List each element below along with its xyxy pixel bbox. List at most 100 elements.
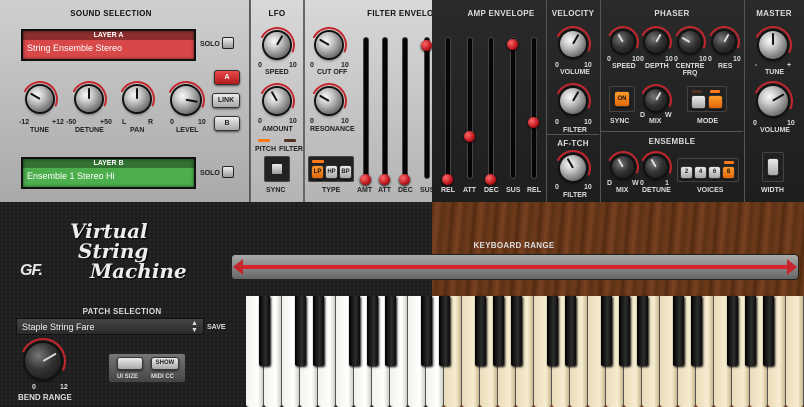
level-min: 0: [170, 119, 174, 126]
layer-b-header: LAYER B: [23, 159, 194, 168]
white-key[interactable]: [786, 296, 804, 407]
layer-b-solo-button[interactable]: [222, 166, 234, 178]
phaser-sync-button[interactable]: ON: [614, 91, 630, 107]
cutoff-knob[interactable]: [316, 32, 342, 58]
black-key[interactable]: [492, 296, 504, 366]
amp-sus-slider[interactable]: [507, 39, 518, 50]
keyboard-range-high-handle[interactable]: [787, 259, 797, 275]
lfo-amount-max: 10: [289, 118, 297, 125]
layer-a-select-button[interactable]: A: [214, 70, 240, 85]
black-key[interactable]: [438, 296, 450, 366]
black-key[interactable]: [672, 296, 684, 366]
show-midi-cc-button[interactable]: SHOW: [151, 357, 179, 370]
phaser-speed-knob[interactable]: [612, 31, 634, 53]
keyboard[interactable]: [246, 296, 804, 407]
black-key[interactable]: [762, 296, 774, 366]
lfo-speed-knob[interactable]: [264, 32, 290, 58]
keyboard-range-bar[interactable]: [231, 254, 799, 280]
amp-att-slider[interactable]: [464, 131, 475, 142]
filter-att-slider[interactable]: [379, 174, 390, 185]
keyboard-range-low-handle[interactable]: [233, 259, 243, 275]
phaser-depth-knob[interactable]: [645, 31, 667, 53]
filter-amt-slider[interactable]: [360, 174, 371, 185]
velocity-volume-knob[interactable]: [560, 31, 586, 57]
black-key[interactable]: [600, 296, 612, 366]
ensemble-voices-6[interactable]: 6: [708, 166, 721, 179]
filter-type-lp[interactable]: LP: [311, 165, 324, 179]
ensemble-detune-max: 1: [665, 180, 669, 187]
black-key[interactable]: [510, 296, 522, 366]
lfo-pitch-label[interactable]: PITCH: [255, 146, 276, 153]
black-key[interactable]: [384, 296, 396, 366]
patch-select-arrows-icon[interactable]: ▲ ▼: [191, 320, 198, 334]
ensemble-voices-2[interactable]: 2: [680, 166, 693, 179]
velocity-volume-label: VOLUME: [560, 69, 590, 76]
bend-range-knob[interactable]: [25, 343, 61, 379]
resonance-knob[interactable]: [316, 88, 342, 114]
cutoff-max: 10: [341, 62, 349, 69]
phaser-centre-frq-knob[interactable]: [679, 31, 701, 53]
black-key[interactable]: [258, 296, 270, 366]
ensemble-voices-4[interactable]: 4: [694, 166, 707, 179]
tune-knob[interactable]: [27, 86, 53, 112]
black-key[interactable]: [348, 296, 360, 366]
layer-b-display[interactable]: LAYER B Ensemble 1 Stereo Hi: [21, 157, 196, 189]
af-tch-filter-label: FILTER: [563, 192, 587, 199]
ensemble-voices-8[interactable]: 8: [722, 166, 735, 179]
black-key[interactable]: [636, 296, 648, 366]
master-tune-knob[interactable]: [759, 31, 787, 59]
cutoff-label: CUT OFF: [317, 69, 348, 76]
layer-a-display[interactable]: LAYER A String Ensemble Stereo: [21, 29, 196, 61]
ensemble-mix-knob[interactable]: [612, 156, 634, 178]
pan-knob[interactable]: [124, 86, 150, 112]
layer-b-solo-label: SOLO: [200, 170, 220, 177]
link-button[interactable]: LINK: [212, 93, 240, 108]
black-key[interactable]: [690, 296, 702, 366]
black-key[interactable]: [618, 296, 630, 366]
phaser-res-knob[interactable]: [713, 31, 735, 53]
phaser-mix-min: D: [640, 112, 646, 119]
black-key[interactable]: [366, 296, 378, 366]
amp-rel-slider[interactable]: [528, 117, 539, 128]
black-key[interactable]: [744, 296, 756, 366]
resonance-label: RESONANCE: [310, 126, 355, 133]
detune-knob[interactable]: [76, 86, 102, 112]
black-key[interactable]: [312, 296, 324, 366]
amp-att-label: ATT: [463, 187, 477, 194]
master-width-switch[interactable]: [767, 158, 779, 176]
black-key[interactable]: [726, 296, 738, 366]
black-key[interactable]: [420, 296, 432, 366]
layer-b-select-button[interactable]: B: [214, 116, 240, 131]
black-key[interactable]: [564, 296, 576, 366]
phaser-mode-selector: [687, 86, 727, 112]
phaser-mix-knob[interactable]: [645, 89, 667, 111]
velocity-filter-knob[interactable]: [560, 88, 586, 114]
master-tune-max: +: [787, 62, 792, 69]
af-tch-filter-knob[interactable]: [560, 155, 586, 181]
filter-type-bp[interactable]: BP: [339, 165, 352, 179]
phaser-sync-frame: ON: [609, 86, 635, 112]
patch-select[interactable]: Staple String Fare ▲ ▼: [16, 318, 204, 335]
lfo-amount-knob[interactable]: [264, 88, 290, 114]
filter-dec-slider[interactable]: [399, 174, 410, 185]
master-volume-knob[interactable]: [758, 86, 788, 116]
patch-save-button[interactable]: SAVE: [207, 324, 226, 331]
level-knob[interactable]: [172, 86, 200, 114]
filter-dec-slot: [403, 38, 407, 178]
amp-dec-slider[interactable]: [485, 174, 496, 185]
black-key[interactable]: [546, 296, 558, 366]
black-key[interactable]: [474, 296, 486, 366]
ui-size-button[interactable]: [117, 357, 143, 370]
phaser-mode-1-button[interactable]: [691, 95, 706, 109]
layer-a-solo-button[interactable]: [222, 37, 234, 49]
filter-rel-slider[interactable]: [442, 174, 453, 185]
ensemble-detune-min: 0: [640, 180, 644, 187]
lfo-filter-label[interactable]: FILTER: [279, 146, 303, 153]
lfo-sync-button[interactable]: [271, 163, 283, 175]
black-key[interactable]: [294, 296, 306, 366]
phaser-mode-2-button[interactable]: [708, 95, 723, 109]
filter-type-hp[interactable]: HP: [325, 165, 338, 179]
ensemble-detune-knob[interactable]: [645, 156, 667, 178]
layer-b-value: Ensemble 1 Stereo Hi: [27, 171, 115, 181]
filter-sus-slider[interactable]: [421, 40, 432, 51]
